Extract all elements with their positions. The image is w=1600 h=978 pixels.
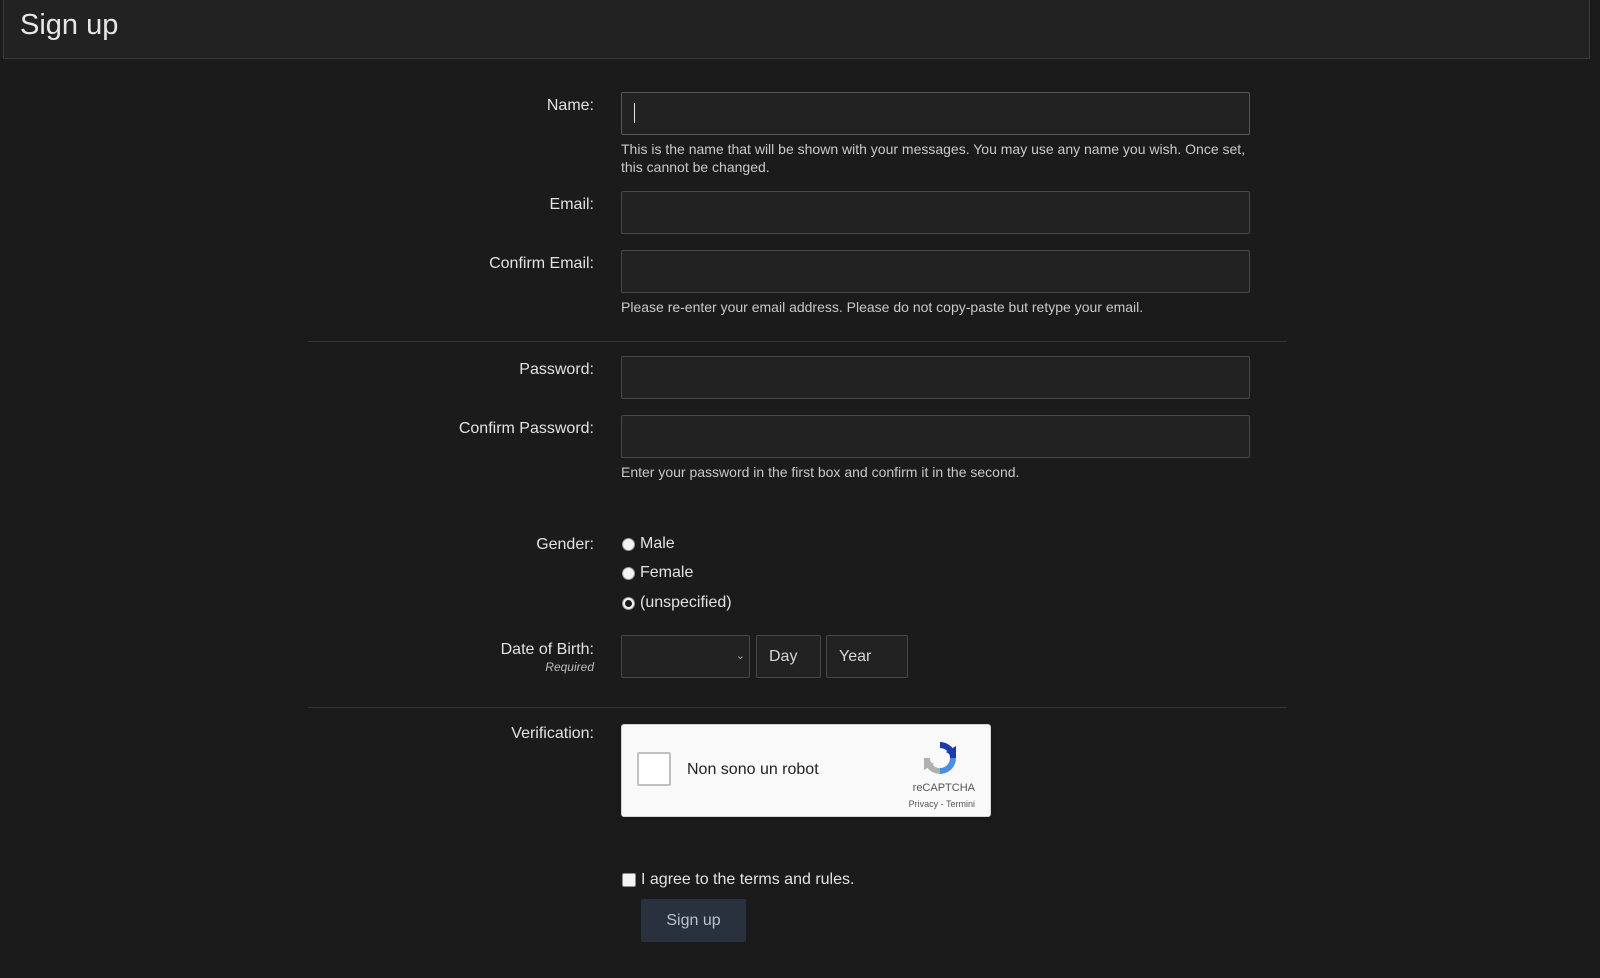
recaptcha-text: Non sono un robot [687, 761, 819, 778]
dob-required-note: Required [545, 660, 594, 674]
radio-label: Female [640, 564, 694, 581]
radio-button-selected[interactable] [622, 596, 635, 610]
terms-agreement[interactable]: I agree to the terms and rules. [622, 871, 854, 889]
confirm-password-label: Confirm Password: [458, 420, 594, 437]
password-input[interactable] [621, 356, 1250, 399]
recaptcha-logo-icon [924, 742, 956, 774]
name-label: Name: [546, 97, 594, 114]
confirm-email-label: Confirm Email: [489, 255, 594, 272]
email-input[interactable] [621, 191, 1250, 234]
page-title: Sign up [20, 9, 119, 41]
chevron-down-icon: ⌄ [735, 650, 745, 662]
dob-year-input[interactable]: Year [826, 635, 908, 678]
text-caret [634, 103, 635, 123]
confirm-email-hint: Please re-enter your email address. Plea… [621, 299, 1144, 315]
verification-label: Verification: [511, 725, 594, 742]
dob-label: Date of Birth: [500, 641, 594, 658]
name-hint: This is the name that will be shown with… [621, 141, 1246, 175]
radio-button[interactable] [622, 566, 635, 580]
section-divider [308, 341, 1287, 342]
radio-label: Male [640, 535, 675, 552]
email-label: Email: [549, 196, 594, 213]
sign-up-button[interactable]: Sign up [641, 899, 746, 942]
password-hint: Enter your password in the first box and… [621, 464, 1020, 480]
terms-checkbox[interactable] [622, 873, 636, 887]
radio-label: (unspecified) [640, 594, 732, 611]
recaptcha-widget: Non sono un robot reCAPTCHA Privacy - Te… [621, 724, 991, 817]
confirm-email-input[interactable] [621, 250, 1250, 293]
radio-button[interactable] [622, 537, 635, 551]
section-divider [308, 707, 1287, 708]
gender-option-female[interactable]: Female [622, 562, 693, 584]
recaptcha-brand: reCAPTCHA [912, 782, 975, 794]
dob-day-input[interactable]: Day [756, 635, 821, 678]
password-label: Password: [519, 361, 594, 378]
page-header: Sign up [3, 0, 1590, 59]
recaptcha-checkbox[interactable] [637, 752, 671, 786]
confirm-password-input[interactable] [621, 415, 1250, 458]
dob-month-select[interactable]: ⌄ [621, 635, 750, 678]
terms-label: I agree to the terms and rules. [641, 871, 855, 888]
gender-option-unspecified[interactable]: (unspecified) [622, 592, 732, 614]
gender-label: Gender: [536, 536, 594, 553]
gender-option-male[interactable]: Male [622, 533, 675, 555]
recaptcha-links[interactable]: Privacy - Termini [622, 799, 975, 809]
name-input[interactable] [621, 92, 1250, 135]
